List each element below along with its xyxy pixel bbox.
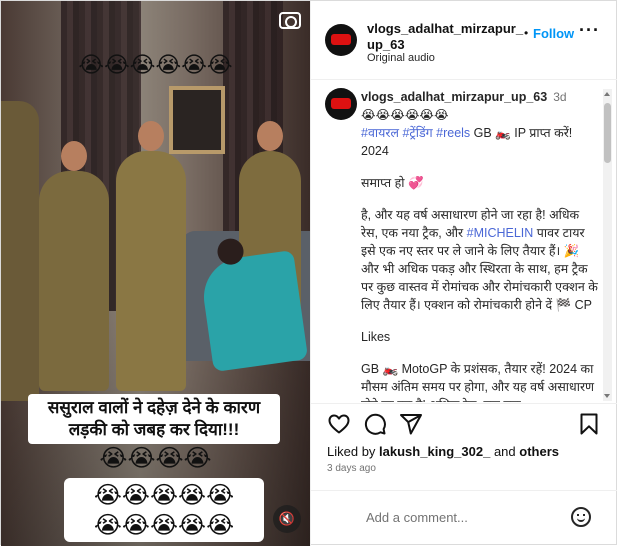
heart-icon[interactable] — [327, 412, 351, 436]
emoji-icon[interactable] — [571, 507, 591, 527]
scroll-down-arrow[interactable] — [604, 394, 610, 398]
instagram-post-window: 😭😭😭😭😭😭 ससुराल वालों ने दहेज़ देने के कार… — [0, 0, 617, 546]
mute-icon: 🔇 — [278, 511, 296, 526]
emoji-row: 😭😭😭😭😭 — [93, 511, 235, 539]
emoji-overlay-bottom: 😭😭😭😭😭 😭😭😭😭😭 — [64, 478, 264, 542]
scroll-thumb[interactable] — [604, 103, 611, 163]
avatar[interactable] — [325, 88, 357, 120]
post-timestamp[interactable]: 3 days ago — [327, 463, 376, 474]
audio-label[interactable]: Original audio — [367, 52, 435, 64]
person-figure — [116, 121, 186, 391]
emoji-overlay-top: 😭😭😭😭😭😭 — [78, 53, 233, 78]
likes-others[interactable]: others — [519, 444, 559, 459]
caption-paragraph: समाप्त हो 💞 — [361, 176, 424, 190]
action-bar — [311, 403, 617, 446]
person-figure — [1, 101, 39, 401]
camera-icon — [279, 12, 301, 29]
caption-body: vlogs_adalhat_mirzapur_up_63 3d 😭😭😭😭😭😭 #व… — [361, 88, 599, 402]
add-comment-bar: Add a comment... — [311, 490, 617, 547]
emoji-row: 😭😭😭😭😭 — [93, 481, 235, 509]
caption-paragraph: Likes — [361, 330, 391, 344]
avatar[interactable] — [325, 24, 357, 56]
comment-icon[interactable] — [363, 412, 387, 436]
bookmark-icon[interactable] — [577, 412, 601, 436]
video-caption: ससुराल वालों ने दहेज़ देने के कारण लड़की… — [28, 394, 280, 444]
post-side-panel: vlogs_adalhat_mirzapur_up_63 Original au… — [310, 1, 617, 546]
mute-button[interactable]: 🔇 — [273, 505, 301, 533]
scroll-up-arrow[interactable] — [604, 92, 610, 96]
hashtag-links[interactable]: #वायरल #ट्रेंडिंग #reels — [361, 126, 470, 140]
more-icon[interactable]: ··· — [579, 20, 600, 41]
separator-dot: • — [524, 26, 529, 40]
person-figure — [39, 141, 109, 391]
scrollbar[interactable] — [603, 89, 612, 401]
post-video[interactable]: 😭😭😭😭😭😭 ससुराल वालों ने दहेज़ देने के कार… — [1, 1, 310, 546]
follow-button[interactable]: Follow — [533, 26, 574, 41]
caption-paragraph: GB 🏍️ MotoGP के प्रशंसक, तैयार रहें! 202… — [361, 362, 595, 402]
comment-age: 3d — [553, 90, 567, 104]
liked-by-user[interactable]: lakush_king_302_ — [379, 444, 490, 459]
caption-emojis: 😭😭😭😭😭😭 — [361, 108, 449, 122]
emoji-overlay-middle: 😭😭😭😭 — [99, 444, 212, 472]
wall-picture — [169, 86, 225, 154]
post-header: vlogs_adalhat_mirzapur_up_63 Original au… — [311, 1, 617, 80]
person-figure — [198, 236, 309, 373]
likes-prefix: Liked by — [327, 444, 380, 459]
comment-input[interactable]: Add a comment... — [366, 510, 468, 525]
likes-and: and — [490, 444, 520, 459]
caption-paragraph: है, और यह वर्ष असाधारण होने जा रहा है! अ… — [361, 206, 599, 314]
author-username[interactable]: vlogs_adalhat_mirzapur_up_63 — [367, 21, 527, 53]
comment-username[interactable]: vlogs_adalhat_mirzapur_up_63 — [361, 90, 547, 104]
caption-comment: vlogs_adalhat_mirzapur_up_63 3d 😭😭😭😭😭😭 #व… — [311, 80, 607, 402]
share-icon[interactable] — [399, 412, 423, 436]
hashtag-link[interactable]: #MICHELIN — [467, 226, 534, 240]
likes-summary: Liked by lakush_king_302_ and others — [327, 444, 559, 459]
